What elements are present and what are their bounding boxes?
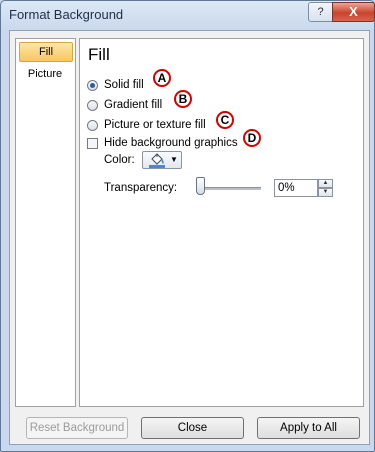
gradient-fill-radio[interactable] xyxy=(87,99,98,111)
transparency-slider-thumb[interactable] xyxy=(196,177,205,195)
paint-bucket-icon xyxy=(149,153,165,168)
dialog-body: Fill Picture Fill Solid fill A Gradient … xyxy=(9,30,370,445)
close-button[interactable]: Close xyxy=(141,417,244,439)
solid-fill-radio[interactable] xyxy=(87,79,98,91)
reset-background-button[interactable]: Reset Background xyxy=(26,417,128,439)
solid-fill-label[interactable]: Solid fill xyxy=(104,79,144,91)
format-background-dialog: Format Background ? X Fill Picture Fill … xyxy=(0,0,375,452)
close-window-button[interactable]: X xyxy=(332,2,375,22)
hide-background-graphics-option[interactable]: Hide background graphics xyxy=(87,135,238,151)
picture-texture-fill-radio[interactable] xyxy=(87,119,98,131)
callout-marker-b: B xyxy=(174,90,192,108)
fill-panel: Fill Solid fill A Gradient fill B Pictur… xyxy=(79,38,364,407)
transparency-slider-track[interactable] xyxy=(199,187,261,190)
color-label: Color: xyxy=(104,154,135,166)
title-bar[interactable]: Format Background ? X xyxy=(1,1,375,29)
hide-background-graphics-checkbox[interactable] xyxy=(87,137,98,149)
picture-texture-fill-label[interactable]: Picture or texture fill xyxy=(104,119,206,131)
spin-down-icon[interactable]: ▼ xyxy=(318,188,333,197)
chevron-down-icon: ▼ xyxy=(170,155,178,164)
callout-marker-a: A xyxy=(153,69,171,87)
dialog-title: Format Background xyxy=(9,7,124,22)
spin-up-icon[interactable]: ▲ xyxy=(318,179,333,188)
callout-marker-c: C xyxy=(216,111,234,129)
gradient-fill-option[interactable]: Gradient fill xyxy=(87,97,162,113)
transparency-input[interactable]: 0% xyxy=(274,179,318,197)
transparency-spinner: ▲ ▼ xyxy=(318,179,333,197)
color-picker-button[interactable]: ▼ xyxy=(142,151,182,169)
panel-heading: Fill xyxy=(88,45,110,64)
callout-marker-d: D xyxy=(243,129,261,147)
picture-texture-fill-option[interactable]: Picture or texture fill xyxy=(87,117,206,133)
hide-background-graphics-label[interactable]: Hide background graphics xyxy=(104,137,238,149)
gradient-fill-label[interactable]: Gradient fill xyxy=(104,99,162,111)
transparency-label: Transparency: xyxy=(104,182,178,194)
category-nav: Fill Picture xyxy=(15,38,76,407)
solid-fill-option[interactable]: Solid fill xyxy=(87,77,144,93)
apply-to-all-button[interactable]: Apply to All xyxy=(257,417,360,439)
nav-item-fill[interactable]: Fill xyxy=(19,42,73,62)
nav-item-picture[interactable]: Picture xyxy=(19,65,71,84)
help-button[interactable]: ? xyxy=(308,2,333,22)
